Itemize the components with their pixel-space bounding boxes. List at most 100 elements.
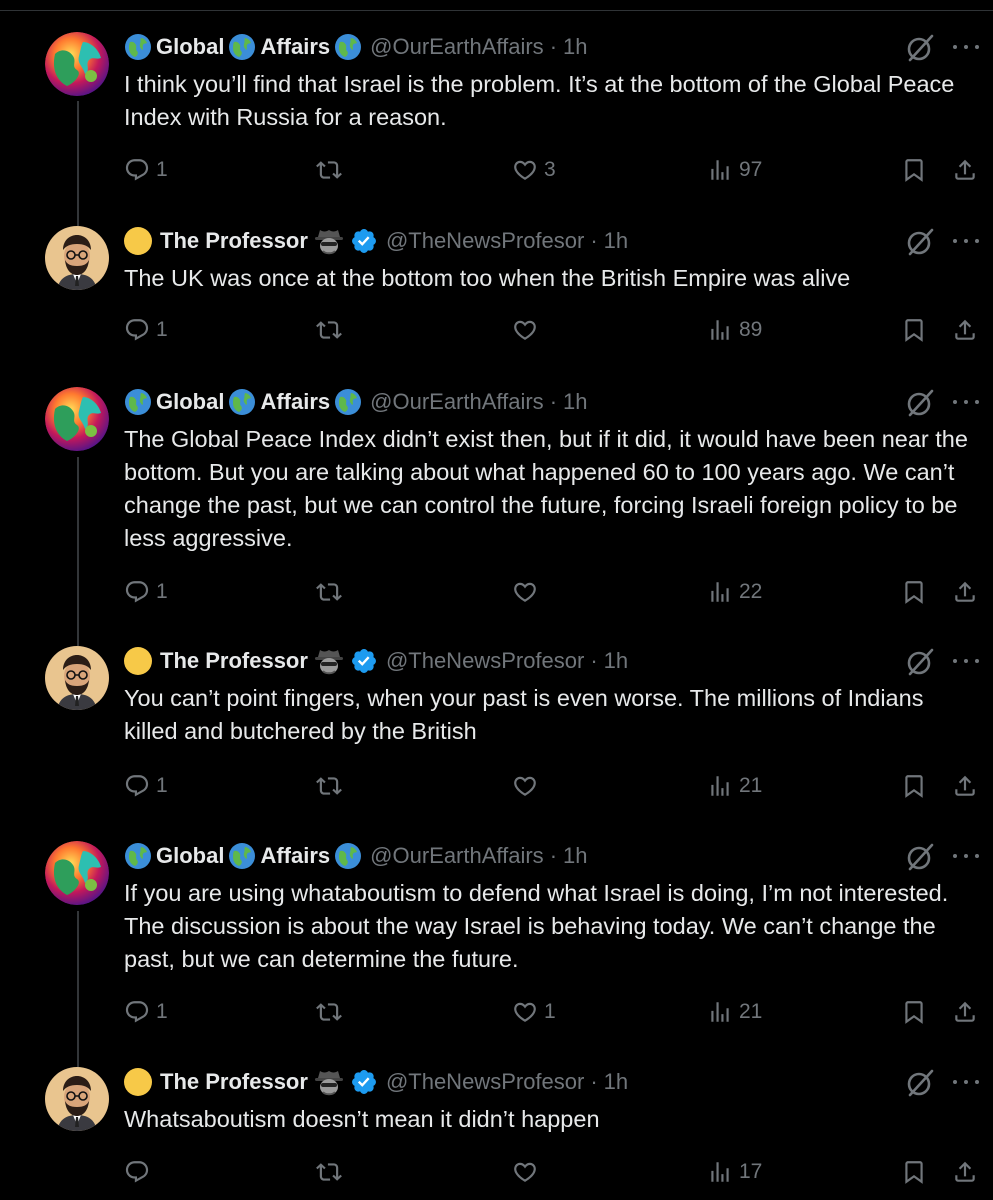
timestamp[interactable]: 1h — [604, 648, 628, 674]
like-button[interactable] — [512, 1155, 544, 1189]
author-name-part2: Affairs — [260, 843, 331, 868]
like-button[interactable]: 3 — [512, 153, 556, 187]
reply-icon — [124, 579, 150, 605]
repost-button[interactable] — [316, 575, 348, 609]
author-handle[interactable]: @OurEarthAffairs — [370, 389, 544, 415]
timestamp[interactable]: 1h — [604, 1069, 628, 1095]
repost-button[interactable] — [316, 1155, 348, 1189]
views-button[interactable]: 21 — [707, 769, 762, 803]
separator-dot: · — [590, 648, 598, 673]
likes-count: 3 — [544, 158, 556, 181]
more-icon[interactable] — [953, 387, 979, 417]
avatar[interactable] — [45, 841, 109, 905]
top-divider — [0, 10, 993, 11]
grok-icon[interactable] — [905, 388, 935, 418]
tweet-text: If you are using whataboutism to defend … — [124, 880, 949, 972]
thread-connector-line — [77, 911, 79, 1068]
timestamp[interactable]: 1h — [563, 843, 587, 869]
author-handle[interactable]: @TheNewsProfesor — [386, 1069, 584, 1095]
views-button[interactable]: 89 — [707, 313, 762, 347]
more-icon[interactable] — [953, 646, 979, 676]
views-button[interactable]: 21 — [707, 995, 762, 1029]
author-name-part1: Global — [156, 34, 225, 59]
bookmark-button[interactable] — [901, 153, 927, 187]
repost-button[interactable] — [316, 313, 348, 347]
timestamp[interactable]: 1h — [604, 228, 628, 254]
reply-button[interactable]: 1 — [124, 313, 168, 347]
author-name[interactable]: Global Affairs — [124, 842, 362, 870]
share-button[interactable] — [952, 995, 978, 1029]
share-button[interactable] — [952, 313, 978, 347]
reply-icon — [124, 317, 150, 343]
bookmark-button[interactable] — [901, 1155, 927, 1189]
avatar[interactable] — [45, 646, 109, 710]
grok-icon[interactable] — [905, 1068, 935, 1098]
repost-button[interactable] — [316, 995, 348, 1029]
like-button[interactable] — [512, 769, 544, 803]
tweet-text: Whatsaboutism doesn’t mean it didn’t hap… — [124, 1106, 600, 1132]
verified-badge-icon — [350, 1068, 378, 1096]
author-handle[interactable]: @OurEarthAffairs — [370, 843, 544, 869]
views-button[interactable]: 17 — [707, 1155, 762, 1189]
author-name[interactable]: Global Affairs — [124, 33, 362, 61]
author-handle[interactable]: @OurEarthAffairs — [370, 34, 544, 60]
grok-icon[interactable] — [905, 227, 935, 257]
bookmark-button[interactable] — [901, 313, 927, 347]
like-button[interactable] — [512, 575, 544, 609]
more-icon[interactable] — [953, 226, 979, 256]
views-icon — [707, 317, 733, 343]
share-button[interactable] — [952, 153, 978, 187]
avatar[interactable] — [45, 226, 109, 290]
views-icon — [707, 157, 733, 183]
views-button[interactable]: 22 — [707, 575, 762, 609]
share-icon — [952, 579, 978, 605]
replies-count: 1 — [156, 580, 168, 603]
more-icon[interactable] — [953, 841, 979, 871]
reply-button[interactable]: 1 — [124, 769, 168, 803]
author-handle[interactable]: @TheNewsProfesor — [386, 228, 584, 254]
replies-count: 1 — [156, 1000, 168, 1023]
share-icon — [952, 1159, 978, 1185]
reply-button[interactable] — [124, 1155, 156, 1189]
globe-emoji-icon — [334, 842, 362, 870]
heart-icon — [512, 317, 538, 343]
grok-icon[interactable] — [905, 33, 935, 63]
views-button[interactable]: 97 — [707, 153, 762, 187]
like-button[interactable]: 1 — [512, 995, 556, 1029]
share-button[interactable] — [952, 1155, 978, 1189]
reply-button[interactable]: 1 — [124, 575, 168, 609]
avatar[interactable] — [45, 32, 109, 96]
reply-button[interactable]: 1 — [124, 153, 168, 187]
grok-icon[interactable] — [905, 842, 935, 872]
repost-icon — [316, 999, 342, 1025]
like-button[interactable] — [512, 313, 544, 347]
verified-badge-icon — [350, 647, 378, 675]
bookmark-button[interactable] — [901, 575, 927, 609]
separator-dot: · — [590, 1069, 598, 1094]
author-handle[interactable]: @TheNewsProfesor — [386, 648, 584, 674]
bookmark-icon — [901, 773, 927, 799]
more-icon[interactable] — [953, 1067, 979, 1097]
repost-button[interactable] — [316, 769, 348, 803]
reply-button[interactable]: 1 — [124, 995, 168, 1029]
timestamp[interactable]: 1h — [563, 389, 587, 415]
share-button[interactable] — [952, 575, 978, 609]
bookmark-button[interactable] — [901, 995, 927, 1029]
repost-icon — [316, 1159, 342, 1185]
timestamp[interactable]: 1h — [563, 34, 587, 60]
repost-button[interactable] — [316, 153, 348, 187]
avatar[interactable] — [45, 387, 109, 451]
grok-icon[interactable] — [905, 647, 935, 677]
share-button[interactable] — [952, 769, 978, 803]
heart-icon — [512, 773, 538, 799]
author-name[interactable]: The Professor — [124, 227, 378, 255]
author-name-text: The Professor — [160, 228, 308, 253]
more-icon[interactable] — [953, 32, 979, 62]
author-name[interactable]: The Professor — [124, 1068, 378, 1096]
author-name[interactable]: The Professor — [124, 647, 378, 675]
avatar[interactable] — [45, 1067, 109, 1131]
author-name[interactable]: Global Affairs — [124, 388, 362, 416]
heart-icon — [512, 1159, 538, 1185]
repost-icon — [316, 157, 342, 183]
bookmark-button[interactable] — [901, 769, 927, 803]
